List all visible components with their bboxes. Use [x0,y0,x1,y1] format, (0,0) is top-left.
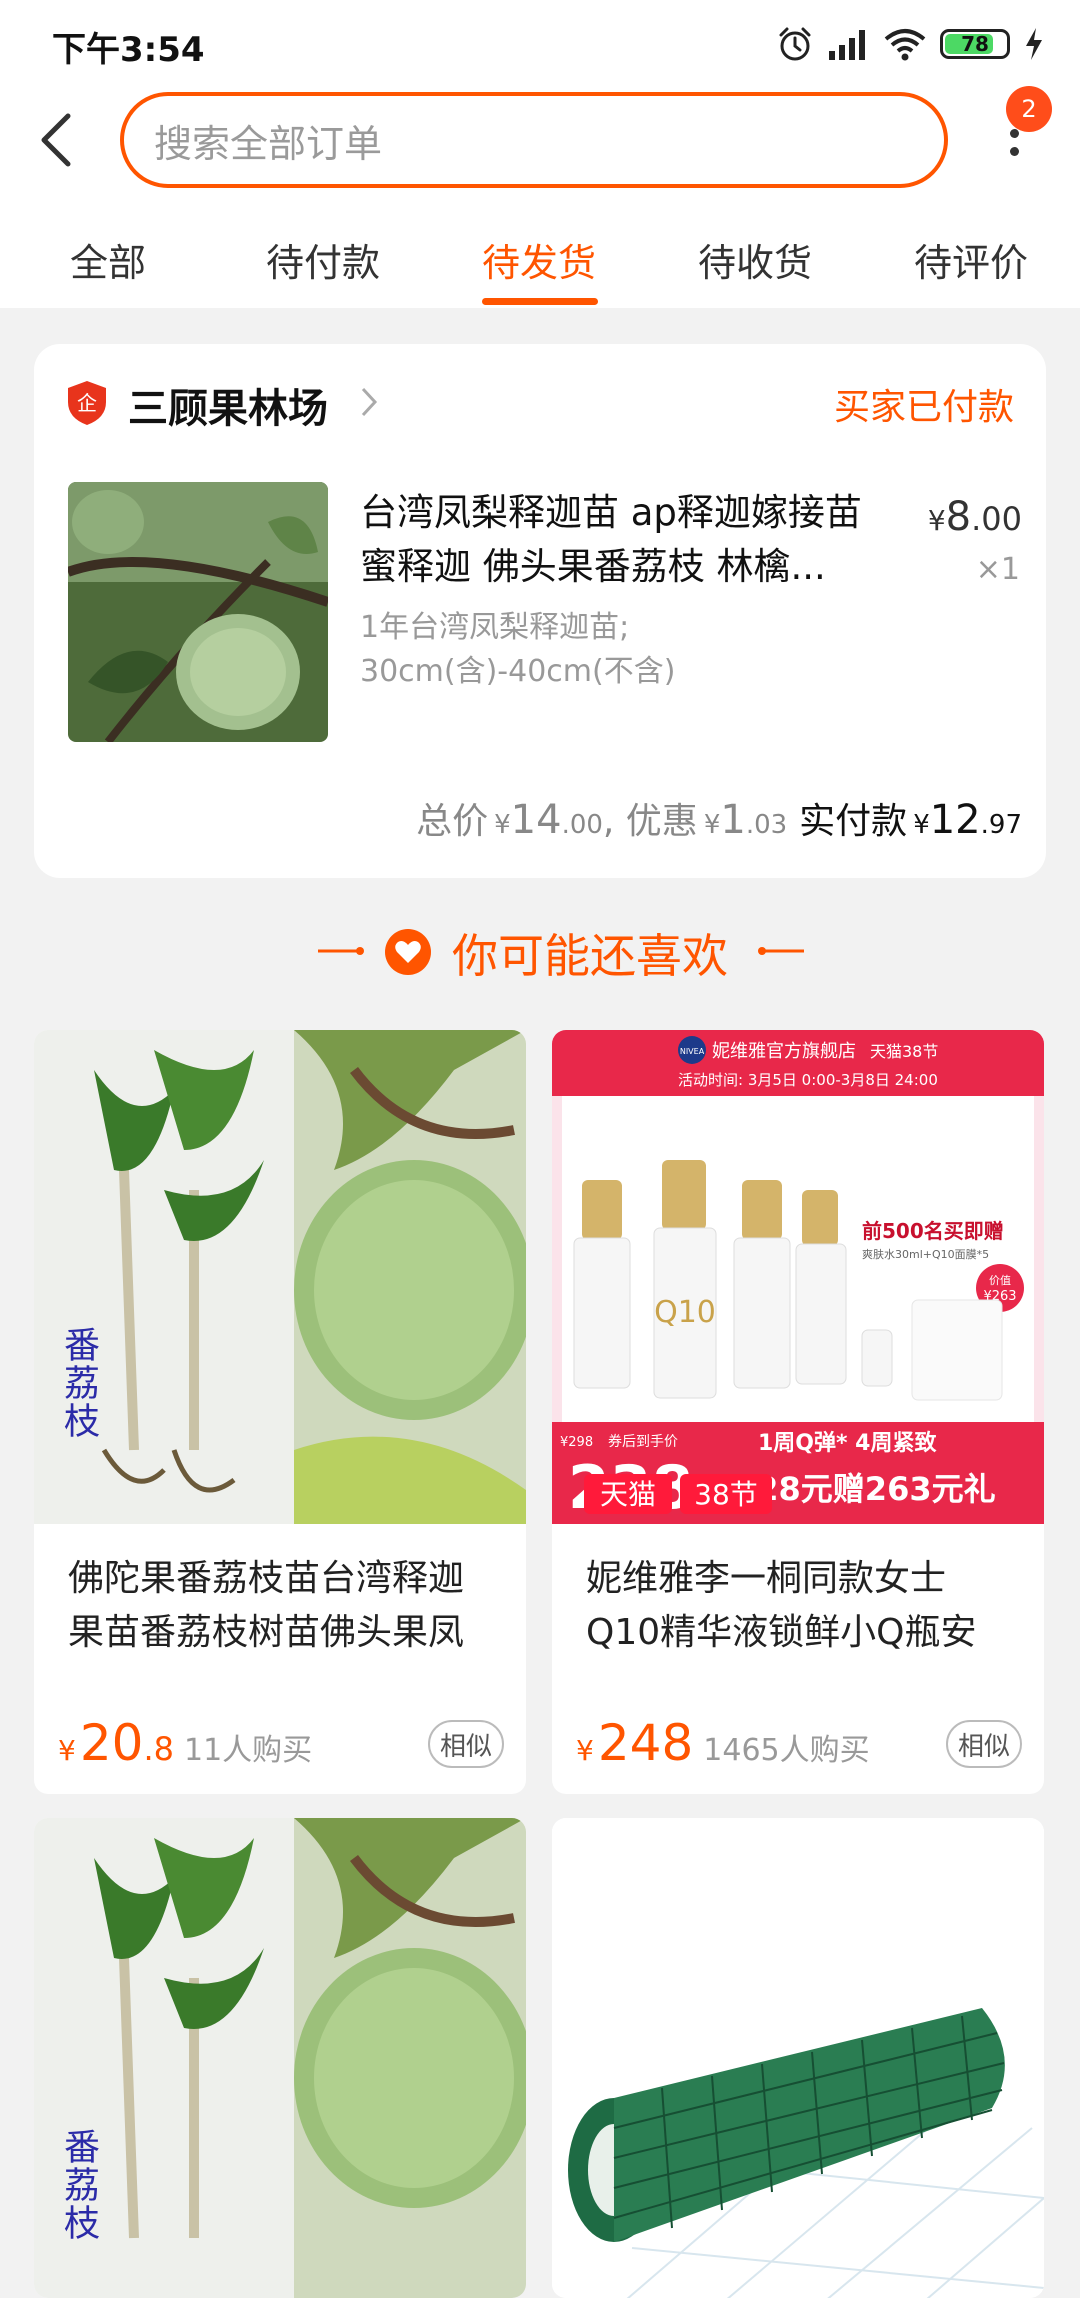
product-photo [68,482,328,742]
currency-symbol: ¥ [576,1734,594,1767]
seedling-photo [34,1030,526,1524]
product-card[interactable]: 番荔枝 [34,1818,526,2298]
order-tabs: 全部 待付款 待发货 待收货 待评价 [0,220,1080,308]
search-placeholder: 搜索全部订单 [154,121,383,166]
product-card[interactable]: 番荔枝 佛陀果番荔枝苗台湾释迦果苗番荔枝树苗佛头果凤 ¥ 20 .8 11人购买… [34,1030,526,1794]
price-decimal: .8 [143,1730,174,1768]
battery-level: 78 [961,32,989,56]
status-icons: 78 [776,20,1044,68]
product-title[interactable]: 台湾凤梨释迦苗 ap释迦嫁接苗 蜜释迦 佛头果番荔枝 林檎... [360,486,900,594]
ad-event-tag: 38节 [694,1478,758,1511]
ad-orig-price: ¥298 [560,1435,593,1450]
wire-mesh-roll-photo [552,1818,1044,2298]
ad-gift-sub: 爽肤水30ml+Q10面膜*5 [862,1247,989,1261]
price-integer: 20 [79,1714,144,1772]
back-button[interactable] [30,108,82,172]
charging-icon [1026,28,1042,60]
ad-store-name: 妮维雅官方旗舰店 [712,1041,856,1062]
chevron-left-icon [41,113,71,167]
paid-label: 实付款 [799,801,908,842]
discount-integer: 1 [720,797,746,843]
total-integer: 14 [510,797,562,843]
product-spec: 1年台湾凤梨释迦苗; 30cm(含)-40cm(不含) [360,606,860,694]
currency-symbol: ¥ [703,810,721,840]
paid-decimal: .97 [980,810,1022,840]
ad-activity-time: 活动时间: 3月5日 0:00-3月8日 24:00 [678,1071,938,1089]
spec-line: 1年台湾凤梨释迦苗; [360,610,630,645]
product-image[interactable] [552,1818,1044,2298]
ad-value-label: 价值 [989,1274,1011,1287]
heart-icon [385,929,431,975]
product-thumbnail[interactable] [68,482,328,742]
status-bar: 下午3:54 78 [0,0,1080,88]
alarm-icon [779,27,811,61]
product-image[interactable]: NIVEA 妮维雅官方旗舰店 天猫38节 活动时间: 3月5日 0:00-3月8… [552,1030,1044,1524]
wifi-icon [884,29,926,61]
more-dot-icon [1009,128,1019,138]
active-tab-indicator [482,298,598,305]
tab-pending-receipt[interactable]: 待收货 [698,232,812,287]
signal-icon [829,30,865,60]
tab-pending-payment[interactable]: 待付款 [266,232,380,287]
quantity: ×1 [975,552,1020,587]
sold-count: 11人购买 [183,1733,313,1768]
ad-tmall-tag: 天猫 [600,1478,656,1511]
decor-line-left-icon [318,947,364,955]
currency-symbol: ¥ [913,810,930,840]
ad-slogan: 1周Q弹* 4周紧致 [758,1430,937,1456]
recommend-header: 你可能还喜欢 [0,920,1080,983]
brand-logo-text: NIVEA [680,1047,705,1056]
shop-name[interactable]: 三顾果林场 [128,376,328,434]
ad-festival: 天猫38节 [870,1042,938,1061]
paid-integer: 12 [929,797,981,843]
order-status: 买家已付款 [833,387,1014,428]
product-image[interactable]: 番荔枝 [34,1030,526,1524]
similar-button[interactable]: 相似 [428,1720,504,1768]
image-watermark: 番荔枝 [58,2128,99,2242]
tab-all[interactable]: 全部 [70,232,146,287]
product-card-footer: ¥ 20 .8 11人购买 相似 [58,1714,504,1772]
image-watermark: 番荔枝 [58,1326,99,1440]
product-card-footer: ¥ 248 1465人购买 相似 [576,1714,1022,1772]
tab-pending-shipment[interactable]: 待发货 [482,232,596,287]
total-label: 总价 [416,801,489,842]
unit-price: ¥8.00 [928,494,1022,540]
notification-badge: 2 [1006,86,1052,132]
product-card-title[interactable]: 妮维雅李一桐同款女士Q10精华液锁鲜小Q瓶安瓶Q [552,1552,1044,1660]
decor-line-right-icon [758,947,804,955]
search-input[interactable]: 搜索全部订单 [120,92,948,188]
product-image[interactable]: 番荔枝 [34,1818,526,2298]
product-card-title[interactable]: 佛陀果番荔枝苗台湾释迦果苗番荔枝树苗佛头果凤 [34,1552,526,1660]
price-integer: 8 [945,494,972,540]
recommend-title: 你可能还喜欢 [452,929,728,983]
product-card[interactable]: NIVEA 妮维雅官方旗舰店 天猫38节 活动时间: 3月5日 0:00-3月8… [552,1030,1044,1794]
ad-coupon-label: 券后到手价 [608,1434,678,1450]
order-card[interactable]: 企 三顾果林场 买家已付款 台湾凤梨释迦苗 ap释迦嫁接苗 蜜释迦 佛头果番荔枝… [34,344,1046,878]
svg-text:企: 企 [77,391,97,415]
tab-pending-review[interactable]: 待评价 [914,232,1028,287]
chevron-right-icon [361,387,378,417]
order-summary: 总价 ¥14.00 , 优惠 ¥1.03 实付款 ¥12.97 [416,792,1022,844]
currency-symbol: ¥ [927,504,946,537]
status-time: 下午3:54 [52,30,205,70]
battery-icon: 78 [940,29,1010,59]
serum-ad-image: NIVEA 妮维雅官方旗舰店 天猫38节 活动时间: 3月5日 0:00-3月8… [552,1030,1044,1524]
total-decimal: .00 [561,810,603,840]
seedling-photo [34,1818,526,2298]
currency-symbol: ¥ [494,810,511,840]
more-dot-icon [1009,146,1019,156]
product-card[interactable] [552,1818,1044,2298]
ad-product-name: Q10 [654,1295,716,1330]
spec-line: 30cm(含)-40cm(不含) [360,654,676,689]
top-header: 下午3:54 78 搜索全部订单 2 全部 待付款 待发货 待收货 待评价 [0,0,1080,308]
sold-count: 1465人购买 [703,1733,870,1768]
ad-gift-text: 前500名买即赠 [862,1219,1004,1243]
enterprise-shop-icon: 企 [68,381,106,425]
discount-label: , 优惠 [602,801,698,842]
discount-decimal: .03 [745,810,788,840]
similar-button[interactable]: 相似 [946,1720,1022,1768]
price-integer: 248 [597,1714,694,1772]
price-decimal: .00 [971,500,1022,538]
currency-symbol: ¥ [58,1734,76,1767]
